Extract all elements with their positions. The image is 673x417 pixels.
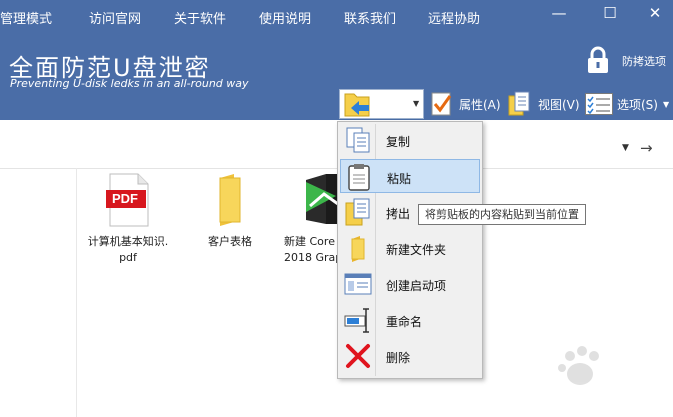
delete-icon bbox=[346, 344, 370, 368]
context-menu-delete[interactable]: 删除 bbox=[340, 339, 480, 373]
pdf-icon-label: PDF bbox=[112, 191, 138, 206]
rename-icon bbox=[344, 308, 369, 333]
paste-arrow-icon bbox=[344, 93, 370, 117]
context-menu-label: 新建文件夹 bbox=[386, 243, 447, 257]
copy-out-icon bbox=[345, 198, 370, 226]
file-name-line1: 新建 Core bbox=[284, 235, 335, 248]
folder-icon bbox=[206, 172, 254, 228]
file-item[interactable]: 客户表格 bbox=[182, 172, 278, 250]
options-list-icon bbox=[585, 93, 613, 115]
left-pane-divider bbox=[76, 168, 77, 417]
file-name: 计算机基本知识. pdf bbox=[80, 234, 176, 266]
context-menu-label: 删除 bbox=[386, 351, 411, 365]
properties-label: 属性(A) bbox=[459, 97, 501, 112]
file-name: 客户表格 bbox=[182, 234, 278, 250]
go-arrow-icon[interactable]: → bbox=[640, 139, 653, 157]
view-label: 视图(V) bbox=[538, 97, 580, 112]
file-name-line1: 客户表格 bbox=[208, 235, 252, 248]
menu-visit-website[interactable]: 访问官网 bbox=[89, 8, 141, 27]
paste-dropdown-button[interactable]: ▼ bbox=[339, 89, 424, 119]
file-item[interactable]: 新建 Core 2018 Grap bbox=[278, 172, 338, 266]
checklist-icon bbox=[431, 92, 452, 116]
pdf-icon: PDF bbox=[104, 172, 152, 228]
minimize-button[interactable]: — bbox=[540, 2, 578, 24]
context-menu-paste[interactable]: 粘贴 bbox=[340, 159, 480, 193]
app-header: 管理模式 访问官网 关于软件 使用说明 联系我们 远程协助 — ☐ ✕ 全面防范… bbox=[0, 0, 673, 120]
context-menu-rename[interactable]: 重命名 bbox=[340, 303, 480, 337]
context-menu-copy[interactable]: 复制 bbox=[340, 123, 480, 157]
menu-contact[interactable]: 联系我们 bbox=[344, 8, 396, 27]
lock-icon[interactable] bbox=[585, 46, 611, 74]
maximize-button[interactable]: ☐ bbox=[591, 2, 629, 24]
close-button[interactable]: ✕ bbox=[636, 2, 673, 24]
context-menu-label: 拷出 bbox=[386, 207, 411, 221]
startup-icon bbox=[344, 273, 372, 295]
view-icon bbox=[508, 91, 530, 116]
menu-admin-mode[interactable]: 管理模式 bbox=[0, 8, 52, 27]
context-menu-new-folder[interactable]: 新建文件夹 bbox=[340, 231, 480, 265]
coreldraw-icon bbox=[302, 172, 338, 228]
context-menu-label: 粘贴 bbox=[387, 172, 412, 186]
file-name-line2: pdf bbox=[119, 251, 137, 264]
context-menu-label: 重命名 bbox=[386, 315, 423, 329]
context-menu-label: 复制 bbox=[386, 135, 411, 149]
paste-icon bbox=[348, 164, 370, 191]
options-button[interactable]: 选项(S) ▼ bbox=[585, 89, 669, 119]
file-name: 新建 Core 2018 Grap bbox=[284, 234, 338, 266]
menu-remote-assist[interactable]: 远程协助 bbox=[428, 8, 480, 27]
paste-tooltip: 将剪贴板的内容粘贴到当前位置 bbox=[418, 204, 586, 225]
context-menu: 复制 粘贴 拷出 新建文件夹 创建启动项 重命名 删除 bbox=[337, 121, 483, 379]
view-button[interactable]: 视图(V) bbox=[508, 89, 580, 119]
copy-protect-options-label[interactable]: 防拷选项 bbox=[622, 53, 666, 69]
options-chevron-icon: ▼ bbox=[662, 99, 670, 109]
chevron-down-icon: ▼ bbox=[413, 99, 420, 108]
watermark-logo-icon bbox=[558, 346, 599, 385]
file-item[interactable]: PDF 计算机基本知识. pdf bbox=[80, 172, 176, 266]
copy-icon bbox=[346, 127, 370, 153]
app-subtitle: Preventing U-disk ledks in an all-round … bbox=[10, 77, 249, 90]
file-name-line1: 计算机基本知识. bbox=[87, 235, 169, 248]
options-label: 选项(S) bbox=[617, 97, 658, 112]
menu-instructions[interactable]: 使用说明 bbox=[259, 8, 311, 27]
file-name-line2: 2018 Grap bbox=[284, 251, 338, 264]
properties-button[interactable]: 属性(A) bbox=[430, 89, 501, 119]
menu-about[interactable]: 关于软件 bbox=[174, 8, 226, 27]
context-menu-create-startup[interactable]: 创建启动项 bbox=[340, 267, 480, 301]
address-dropdown-icon[interactable]: ▼ bbox=[622, 143, 629, 153]
new-folder-icon bbox=[351, 236, 365, 262]
context-menu-label: 创建启动项 bbox=[386, 279, 447, 293]
